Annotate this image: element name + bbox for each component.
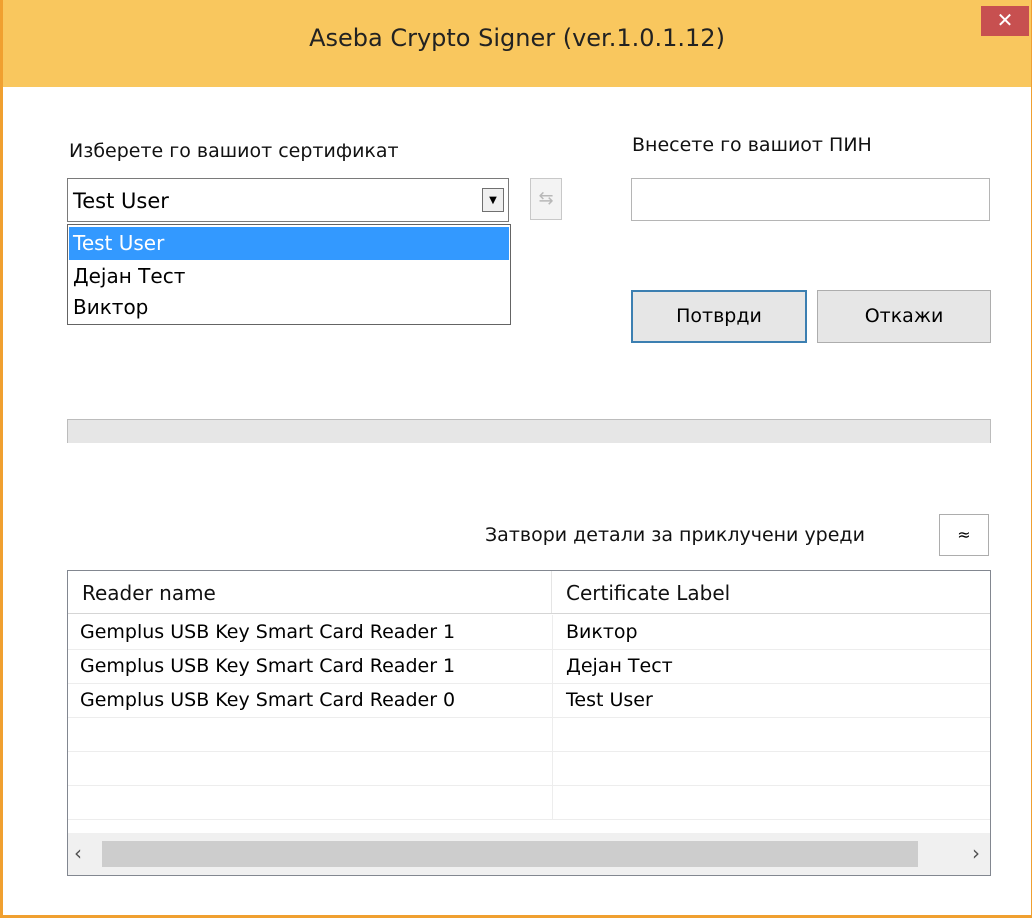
table-row[interactable]: Gemplus USB Key Smart Card Reader 1 Деја… [68,649,990,684]
certificate-label-cell [552,717,990,751]
title-bar[interactable]: Aseba Crypto Signer (ver.1.0.1.12) ✕ [3,0,1031,87]
certificate-label-cell: Дејан Тест [552,649,990,683]
certificate-label-cell: Виктор [552,615,990,649]
dropdown-option[interactable]: Дејан Тест [69,260,509,293]
table-row[interactable]: Gemplus USB Key Smart Card Reader 1 Викт… [68,615,990,650]
certificate-dropdown-list: Test User Дејан Тест Виктор [67,224,511,325]
app-window: Aseba Crypto Signer (ver.1.0.1.12) ✕ Изб… [0,0,1032,918]
window-title: Aseba Crypto Signer (ver.1.0.1.12) [309,24,725,52]
column-header-certificate-label[interactable]: Certificate Label [552,571,990,613]
pin-label: Внесете го вашиот ПИН [632,134,872,156]
column-header-reader-name[interactable]: Reader name [68,571,552,613]
horizontal-scrollbar[interactable]: ‹ › [68,833,990,875]
device-details-toggle-label: Затвори детали за приклучени уреди [485,524,865,546]
scrollbar-thumb[interactable] [102,841,918,867]
reader-name-cell: Gemplus USB Key Smart Card Reader 0 [80,689,456,711]
pin-input[interactable] [631,178,990,221]
reader-name-cell [80,717,552,751]
refresh-icon: ⇆ [538,188,554,209]
certificate-label: Изберете го вашиот сертификат [69,140,399,162]
table-header: Reader name Certificate Label [68,571,990,614]
close-icon: ✕ [996,8,1014,32]
table-row [68,785,990,820]
confirm-button[interactable]: Потврди [631,290,807,343]
devices-table[interactable]: Reader name Certificate Label Gemplus US… [67,570,991,876]
certificate-label-cell [552,751,990,785]
reader-name-cell [80,785,552,819]
certificate-selected-value: Test User [73,189,169,213]
table-row [68,717,990,752]
cancel-button[interactable]: Откажи [817,290,991,343]
scroll-right-icon[interactable]: › [972,841,980,865]
table-row [68,751,990,786]
reader-name-cell: Gemplus USB Key Smart Card Reader 1 [80,655,456,677]
progress-bar [67,419,991,443]
dropdown-option[interactable]: Виктор [69,291,509,324]
certificate-label-cell: Test User [552,683,990,717]
close-button[interactable]: ✕ [981,6,1029,36]
certificate-label-cell [552,785,990,819]
reader-name-cell: Gemplus USB Key Smart Card Reader 1 [80,621,456,643]
reader-name-cell [80,751,552,785]
dropdown-option[interactable]: Test User [69,227,509,260]
table-row[interactable]: Gemplus USB Key Smart Card Reader 0 Test… [68,683,990,718]
collapse-details-button[interactable]: ≈ [939,514,989,556]
scroll-left-icon[interactable]: ‹ [74,841,82,865]
refresh-certificates-button[interactable]: ⇆ [530,178,562,220]
dropdown-arrow-icon[interactable]: ▼ [482,188,504,212]
collapse-icon: ≈ [957,525,971,544]
certificate-combobox[interactable]: Test User ▼ [67,178,509,222]
